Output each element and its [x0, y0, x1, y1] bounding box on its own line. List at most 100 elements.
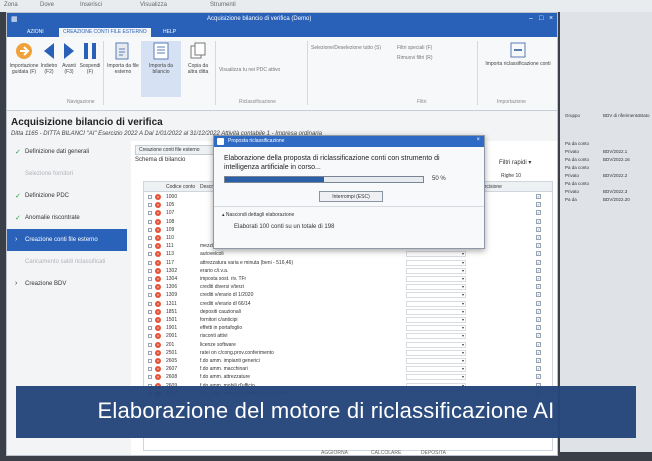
row-checkbox[interactable] [148, 334, 152, 339]
row-checkbox[interactable] [148, 236, 152, 240]
row-check[interactable]: ✓ [536, 226, 541, 232]
table-row[interactable]: × 2501 ratei on c/cong.prov.conferimento ▾ ✓ [144, 349, 552, 357]
row-check[interactable]: ✓ [536, 325, 541, 331]
row-check[interactable]: ✓ [536, 276, 541, 281]
menu-creazione-conti[interactable]: CREAZIONE CONTI FILE ESTERNO [59, 28, 151, 37]
minimize-icon[interactable]: – [529, 15, 533, 22]
ribbon-option[interactable]: Rimuovi filtri (R) [397, 55, 433, 61]
row-check[interactable]: ✓ [536, 341, 541, 347]
table-row[interactable]: × 1302 erario c/i.v.a. ▾ ✓ [144, 267, 552, 275]
decision-dropdown[interactable]: ▾ [406, 267, 466, 274]
row-checkbox[interactable] [148, 260, 152, 265]
decision-dropdown[interactable]: ▾ [406, 317, 466, 323]
row-check[interactable]: ✓ [536, 300, 541, 306]
ribbon-option[interactable]: Selezione/Deselezione tutto (S) [311, 45, 381, 51]
table-row[interactable]: × 2001 risconti attivi ▾ ✓ [144, 333, 552, 340]
row-checkbox[interactable] [148, 301, 152, 306]
row-checkbox[interactable] [148, 268, 152, 273]
sidebar-item-dati-generali[interactable]: ✓ Definizione dati generali [7, 141, 127, 163]
column-header[interactable]: Codice conto [166, 184, 195, 190]
calcolare-button[interactable]: CALCOLARE [371, 450, 401, 455]
decision-dropdown[interactable]: ▾ [406, 349, 466, 356]
row-checkbox[interactable] [148, 277, 152, 281]
maximize-icon[interactable]: □ [539, 15, 543, 22]
abort-button[interactable]: Interrompi (ESC) [319, 191, 383, 202]
file-import-button[interactable]: Importa da file esterno [107, 41, 139, 75]
row-check[interactable]: ✓ [536, 317, 541, 322]
row-checkbox[interactable] [148, 350, 152, 355]
row-checkbox[interactable] [148, 293, 152, 298]
decision-dropdown[interactable]: ▾ [406, 325, 466, 332]
sidebar-item-anomalie[interactable]: ✓ Anomalie riscontrate [7, 207, 127, 229]
row-check[interactable]: ✓ [536, 194, 541, 199]
row-check[interactable]: ✓ [536, 243, 541, 249]
row-check[interactable]: ✓ [536, 292, 541, 298]
row-checkbox[interactable] [148, 375, 152, 380]
close-icon[interactable]: × [549, 15, 553, 22]
decision-dropdown[interactable]: ▾ [406, 341, 466, 348]
row-checkbox[interactable] [148, 195, 152, 199]
toggle-details[interactable]: ▴ Nascondi dettagli elaborazione [222, 212, 294, 218]
decision-dropdown[interactable]: ▾ [406, 251, 466, 258]
row-check[interactable]: ✓ [536, 349, 541, 355]
row-checkbox[interactable] [148, 342, 152, 347]
row-check[interactable]: ✓ [536, 251, 541, 257]
table-row[interactable]: × 2607 f.do amm. macchinari ▾ ✓ [144, 366, 552, 373]
import-button[interactable]: Importazione guidata (F) [9, 41, 39, 75]
quick-filters-dropdown[interactable]: Filtri rapidi ▾ [499, 159, 531, 166]
table-row[interactable]: × 1306 crediti diversi v/terzi ▾ ✓ [144, 284, 552, 291]
row-check[interactable]: ✓ [536, 210, 541, 216]
row-check[interactable]: ✓ [536, 374, 541, 380]
decision-dropdown[interactable]: ▾ [406, 276, 466, 282]
copy-button[interactable]: Copia da altra ditta [183, 41, 213, 75]
decision-dropdown[interactable]: ▾ [406, 292, 466, 299]
row-check[interactable]: ✓ [536, 308, 541, 314]
app-menu-icon[interactable]: ▦ [11, 15, 18, 23]
row-checkbox[interactable] [148, 359, 152, 363]
back-button[interactable]: Indietro (F2) [39, 41, 59, 75]
sidebar-item-creazione-conti[interactable]: › Creazione conti file esterno [7, 229, 127, 251]
row-checkbox[interactable] [148, 318, 152, 322]
aggiorna-button[interactable]: AGGIORNA [321, 450, 348, 455]
table-row[interactable]: × 113 autoveicoli ▾ ✓ [144, 251, 552, 258]
decision-dropdown[interactable]: ▾ [406, 358, 466, 364]
row-checkbox[interactable] [148, 309, 152, 314]
sidebar-item-pdc[interactable]: ✓ Definizione PDC [7, 185, 127, 207]
row-check[interactable]: ✓ [536, 235, 541, 240]
deposita-button[interactable]: DEPOSITA [421, 450, 446, 455]
table-row[interactable]: × 1304 imposta sost. riv. TFr ▾ ✓ [144, 276, 552, 283]
table-row[interactable]: × 2608 f.do amm. attrezzature ▾ ✓ [144, 374, 552, 381]
row-checkbox[interactable] [148, 211, 152, 216]
decision-dropdown[interactable]: ▾ [406, 284, 466, 291]
decision-dropdown[interactable]: ▾ [406, 308, 466, 315]
table-row[interactable]: × 1501 fornitori c/anticipi ▾ ✓ [144, 317, 552, 324]
table-row[interactable]: × 1901 effetti in portafoglio ▾ ✓ [144, 325, 552, 332]
ribbon-option[interactable]: Filtri speciali (F) [397, 45, 432, 51]
close-icon[interactable]: × [476, 137, 480, 143]
row-checkbox[interactable] [148, 227, 152, 232]
forward-button[interactable]: Avanti (F3) [59, 41, 79, 75]
import-riclass-button[interactable]: Importa riclassificazione conti [481, 41, 555, 67]
sidebar-item-creazione-bdv[interactable]: › Creazione BDV [7, 273, 127, 295]
row-check[interactable]: ✓ [536, 267, 541, 273]
table-row[interactable]: × 1309 crediti v/erario dl 1/2020 ▾ ✓ [144, 292, 552, 299]
row-check[interactable]: ✓ [536, 218, 541, 224]
decision-dropdown[interactable]: ▾ [406, 374, 466, 381]
row-checkbox[interactable] [148, 252, 152, 257]
decision-dropdown[interactable]: ▾ [406, 333, 466, 340]
row-checkbox[interactable] [148, 285, 152, 290]
row-check[interactable]: ✓ [536, 358, 541, 363]
table-row[interactable]: × 1311 crediti v/erario dl 66/14 ▾ ✓ [144, 300, 552, 308]
menu-azioni[interactable]: AZIONI [23, 28, 48, 37]
row-check[interactable]: ✓ [536, 259, 541, 265]
table-row[interactable]: × 1851 depositi cauzionali ▾ ✓ [144, 308, 552, 316]
table-row[interactable]: × 201 licenze software ▾ ✓ [144, 341, 552, 349]
decision-dropdown[interactable]: ▾ [406, 259, 466, 266]
decision-dropdown[interactable]: ▾ [406, 366, 466, 373]
row-check[interactable]: ✓ [536, 202, 541, 208]
balance-import-button[interactable]: Importa da bilancio [141, 41, 181, 97]
ribbon-option[interactable]: Visualizza tu nei PDC attivo [219, 67, 280, 73]
row-checkbox[interactable] [148, 203, 152, 208]
decision-dropdown[interactable]: ▾ [406, 300, 466, 307]
row-checkbox[interactable] [148, 244, 152, 249]
